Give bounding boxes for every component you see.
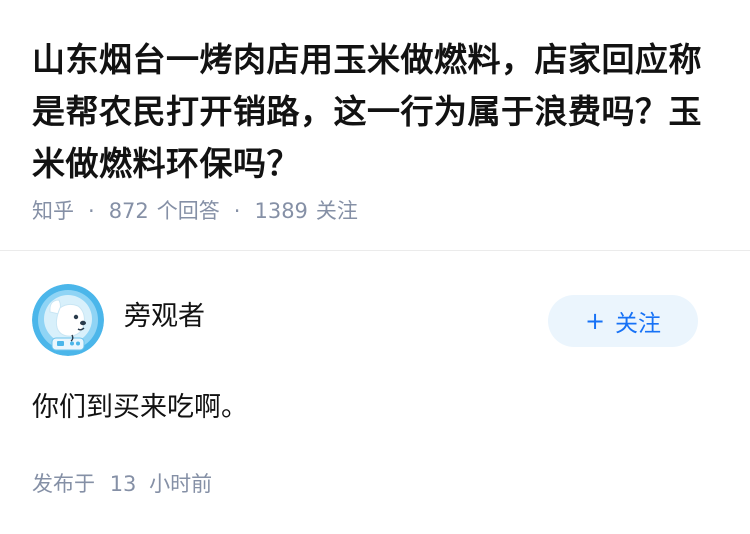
follower-count: 1389: [254, 199, 308, 223]
plus-icon: +: [584, 307, 606, 335]
time-value: 13: [109, 472, 137, 496]
question-meta: 知乎 · 872 个回答 · 1389 关注: [32, 196, 358, 226]
author-name[interactable]: 旁观者: [124, 299, 205, 335]
question-title[interactable]: 山东烟台一烤肉店用玉米做燃料，店家回应称是帮农民打开销路，这一行为属于浪费吗？玉…: [32, 34, 722, 190]
follower-count-label: 关注: [315, 199, 358, 223]
meta-separator: ·: [233, 199, 241, 223]
question-header: 山东烟台一烤肉店用玉米做燃料，店家回应称是帮农民打开销路，这一行为属于浪费吗？玉…: [0, 0, 750, 250]
answer-count-label: 个回答: [156, 199, 220, 223]
astronaut-dog-icon: [32, 284, 104, 356]
time-suffix: 小时前: [149, 472, 213, 496]
answer-count: 872: [108, 199, 149, 223]
author-avatar[interactable]: [32, 284, 104, 356]
answer-card: 旁观者 + 关注 你们到买来吃啊。 发布于 13 小时前: [0, 251, 750, 534]
follow-button-label: 关注: [615, 311, 662, 337]
follow-button[interactable]: + 关注: [548, 295, 698, 347]
meta-separator: ·: [88, 199, 95, 223]
answer-content[interactable]: 你们到买来吃啊。: [32, 389, 248, 427]
answer-timestamp: 发布于 13 小时前: [32, 469, 212, 499]
time-prefix: 发布于: [32, 472, 95, 496]
source-label[interactable]: 知乎: [32, 196, 74, 226]
